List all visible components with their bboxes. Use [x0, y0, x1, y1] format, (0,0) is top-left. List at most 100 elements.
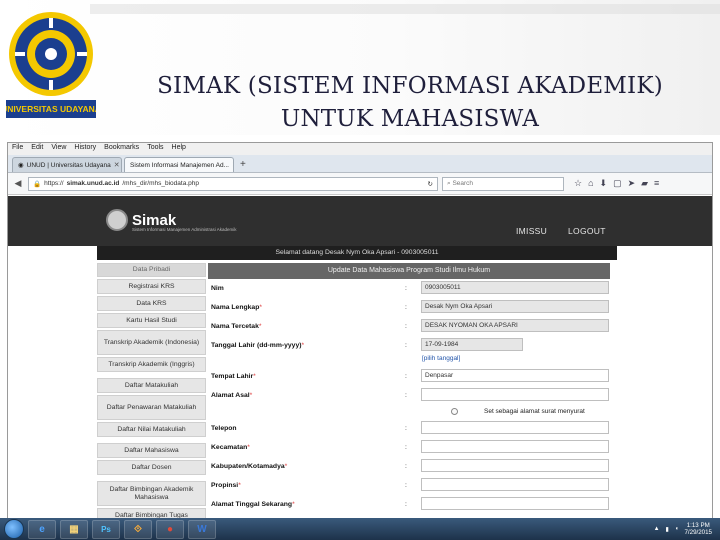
menu-file[interactable]: File	[12, 144, 23, 154]
menu-bookmarks[interactable]: Bookmarks	[104, 144, 139, 154]
nama-tercetak-field: DESAK NYOMAN OKA APSARI	[421, 319, 609, 332]
firefox-icon[interactable]: ⟐	[124, 519, 152, 539]
search-input[interactable]: ⌕ Search	[442, 176, 564, 191]
back-icon[interactable]: ◀	[12, 178, 24, 189]
date-picker-link[interactable]: [pilih tanggal]	[422, 355, 460, 362]
tempat-lahir-input[interactable]: Denpasar	[421, 369, 609, 382]
set-address-radio[interactable]	[451, 408, 458, 415]
sidebar-item-bimbingan-akademik[interactable]: Daftar Bimbingan Akademik Mahasiswa	[97, 481, 206, 506]
clock[interactable]: 1:13 PM 7/29/2015	[684, 522, 712, 536]
windows-taskbar: e ▦ Ps ⟐ ● W ▲ ▮ ◖ 1:13 PM 7/29/2015	[0, 518, 720, 540]
menu-icon[interactable]: ≡	[654, 178, 659, 189]
form-row-tempat-lahir: Tempat Lahir* : Denpasar	[208, 367, 610, 386]
pocket-icon[interactable]: ▢	[613, 178, 622, 189]
close-tab-icon[interactable]: ✕	[114, 161, 120, 169]
form-row-nama-lengkap: Nama Lengkap* : Desak Nym Oka Apsari	[208, 298, 610, 317]
field-label: Kecamatan	[211, 444, 248, 451]
reload-icon[interactable]: ↻	[428, 180, 433, 188]
clock-date: 7/29/2015	[684, 529, 712, 536]
form-row-kabupaten: Kabupaten/Kotamadya* :	[208, 457, 610, 476]
home-icon[interactable]: ⌂	[588, 178, 593, 189]
form-row-tanggal-lahir: Tanggal Lahir (dd-mm-yyyy)* : 17-09-1984	[208, 336, 610, 355]
propinsi-input[interactable]	[421, 478, 609, 491]
toolbar-icons: ☆ ⌂ ⬇ ▢ ➤ ▰ ≡	[574, 178, 659, 189]
nav-logout[interactable]: LOGOUT	[568, 226, 606, 236]
telepon-input[interactable]	[421, 421, 609, 434]
sidebar-item-daftar-penawaran[interactable]: Daftar Penawaran Matakuliah	[97, 395, 206, 420]
colon: :	[405, 304, 407, 311]
colon: :	[405, 392, 407, 399]
tray-arrow-icon[interactable]: ▲	[654, 526, 660, 532]
nav-imissu[interactable]: IMISSU	[516, 226, 547, 236]
sidebar-item-registrasi-krs[interactable]: Registrasi KRS	[97, 279, 206, 294]
chrome-icon[interactable]: ●	[156, 519, 184, 539]
nama-lengkap-field: Desak Nym Oka Apsari	[421, 300, 609, 313]
colon: :	[405, 373, 407, 380]
word-icon[interactable]: W	[188, 519, 216, 539]
site-brand[interactable]: Simak Sistem Informasi Manajemen Adminis…	[106, 209, 237, 232]
field-label: Nim	[211, 285, 224, 292]
system-tray: ▲ ▮ ◖ 1:13 PM 7/29/2015	[654, 522, 720, 536]
field-label: Kabupaten/Kotamadya	[211, 463, 285, 470]
sidebar-item-data-pribadi[interactable]: Data Pribadi	[97, 263, 206, 277]
tab-simak[interactable]: Sistem Informasi Manajemen Ad... ✕	[124, 157, 234, 172]
network-icon[interactable]: ▮	[666, 526, 669, 533]
menu-view[interactable]: View	[51, 144, 66, 154]
set-address-option[interactable]: Set sebagai alamat surat menyurat	[451, 408, 585, 415]
sidebar-menu: Data Pribadi Registrasi KRS Data KRS Kar…	[97, 263, 206, 519]
sidebar-item-kartu-hasil-studi[interactable]: Kartu Hasil Studi	[97, 313, 206, 328]
form-row-propinsi: Propinsi* :	[208, 476, 610, 495]
form-row-telepon: Telepon :	[208, 419, 610, 438]
photoshop-icon[interactable]: Ps	[92, 519, 120, 539]
browser-navbar: ◀ 🔒 https://simak.unud.ac.id/mhs_dir/mhs…	[8, 173, 712, 195]
required-mark: *	[301, 342, 305, 349]
tanggal-lahir-field[interactable]: 17-09-1984	[421, 338, 523, 351]
site-header: Simak Sistem Informasi Manajemen Adminis…	[8, 196, 712, 246]
ie-icon[interactable]: e	[28, 519, 56, 539]
alamat-tinggal-input[interactable]	[421, 497, 609, 510]
search-placeholder: Search	[452, 179, 474, 187]
colon: :	[405, 444, 407, 451]
kabupaten-input[interactable]	[421, 459, 609, 472]
kecamatan-input[interactable]	[421, 440, 609, 453]
menu-help[interactable]: Help	[172, 144, 186, 154]
url-path: /mhs_dir/mhs_biodata.php	[122, 180, 199, 187]
new-tab-icon[interactable]: +	[236, 159, 250, 172]
form-row-set-address: Set sebagai alamat surat menyurat	[208, 405, 610, 419]
sidebar-item-data-krs[interactable]: Data KRS	[97, 296, 206, 311]
lock-icon: 🔒	[33, 180, 42, 188]
sidebar-item-daftar-nilai[interactable]: Daftar Nilai Matakuliah	[97, 422, 206, 437]
volume-icon[interactable]: ◖	[675, 526, 679, 532]
header-stripe	[90, 4, 720, 14]
sidebar-item-daftar-matakuliah[interactable]: Daftar Matakuliah	[97, 378, 206, 393]
url-bar[interactable]: 🔒 https://simak.unud.ac.id/mhs_dir/mhs_b…	[28, 176, 438, 191]
browser-menubar: File Edit View History Bookmarks Tools H…	[8, 143, 712, 155]
explorer-icon[interactable]: ▦	[60, 519, 88, 539]
url-host: simak.unud.ac.id	[66, 180, 120, 187]
required-mark: *	[253, 373, 256, 380]
tab-unud[interactable]: ◉ UNUD | Universitas Udayana ✕	[12, 157, 122, 172]
form-row-alamat-asal: Alamat Asal* :	[208, 386, 610, 405]
set-address-label: Set sebagai alamat surat menyurat	[484, 408, 585, 415]
form-row-nim: Nim : 0903005011	[208, 279, 610, 298]
menu-tools[interactable]: Tools	[147, 144, 163, 154]
sidebar-item-transkrip-indonesia[interactable]: Transkrip Akademik (Indonesia)	[97, 330, 206, 355]
required-mark: *	[284, 463, 288, 470]
alamat-asal-input[interactable]	[421, 388, 609, 401]
send-icon[interactable]: ➤	[628, 178, 636, 189]
chat-icon[interactable]: ▰	[641, 178, 648, 189]
sidebar-item-transkrip-inggris[interactable]: Transkrip Akademik (Inggris)	[97, 357, 206, 372]
tab-label: Sistem Informasi Manajemen Ad...	[130, 161, 229, 169]
download-icon[interactable]: ⬇	[600, 178, 608, 189]
start-button[interactable]	[4, 519, 24, 539]
simak-page: Simak Sistem Informasi Manajemen Adminis…	[8, 196, 712, 519]
field-label: Tempat Lahir	[211, 373, 254, 380]
star-icon[interactable]: ☆	[574, 178, 582, 189]
required-mark: *	[258, 323, 262, 330]
field-label: Nama Tercetak	[211, 323, 259, 330]
menu-history[interactable]: History	[74, 144, 96, 154]
sidebar-item-daftar-mahasiswa[interactable]: Daftar Mahasiswa	[97, 443, 206, 458]
menu-edit[interactable]: Edit	[31, 144, 43, 154]
sidebar-item-daftar-dosen[interactable]: Daftar Dosen	[97, 460, 206, 475]
close-tab-icon[interactable]: ✕	[232, 161, 233, 169]
